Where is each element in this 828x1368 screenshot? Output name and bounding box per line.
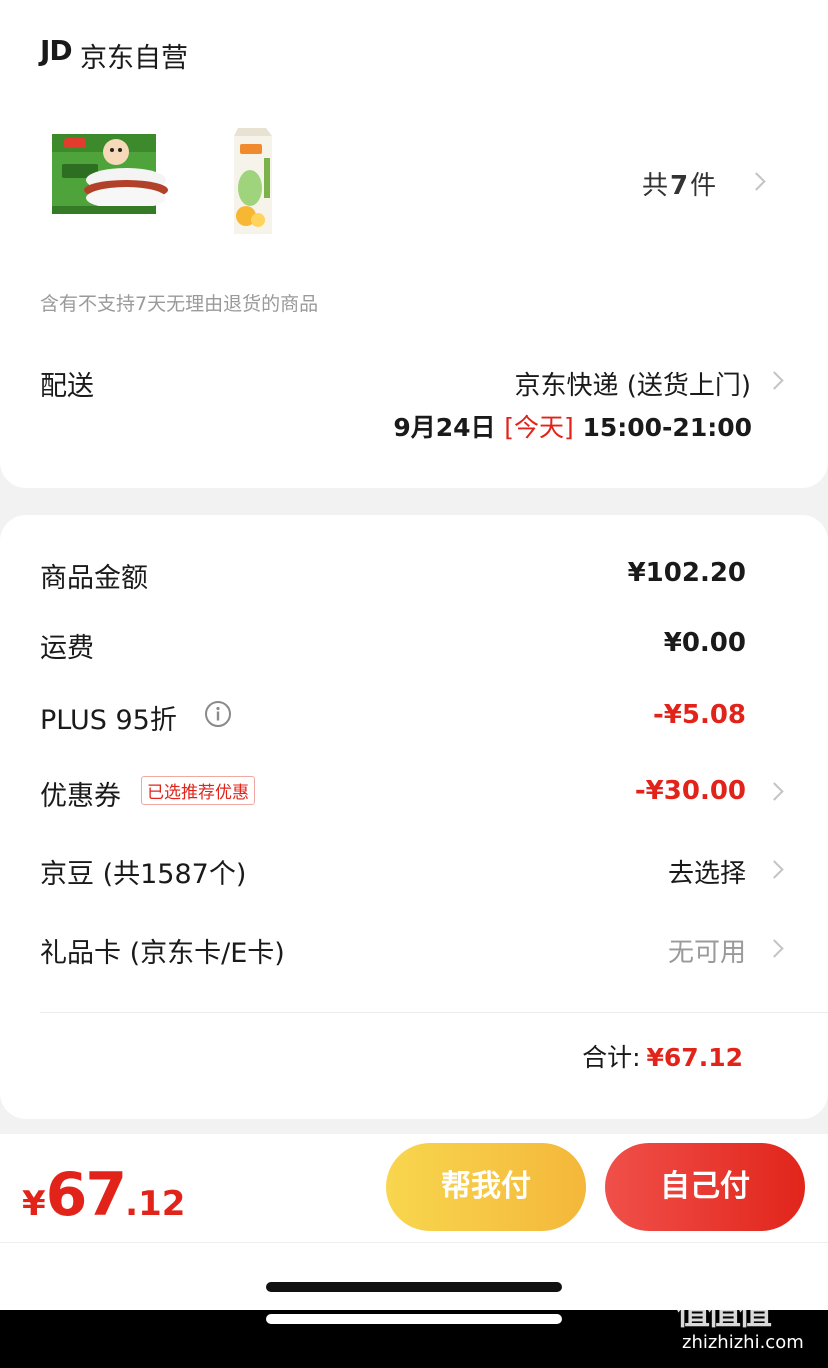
chevron-right-icon[interactable] [765, 782, 784, 801]
watermark-logo: 值值值 [676, 1293, 772, 1333]
shipping-value: ¥0.00 [663, 628, 746, 658]
coupon-badge: 已选推荐优惠 [141, 776, 255, 805]
product-count-suffix: 件 [690, 171, 717, 201]
info-icon[interactable] [204, 700, 232, 728]
coupon-value[interactable]: -¥30.00 [635, 776, 746, 806]
pay-myself-button[interactable]: 自己付 [605, 1143, 805, 1231]
shipping-label: 运费 [40, 633, 94, 664]
divider [40, 1012, 828, 1013]
goods-amount-label: 商品金额 [40, 563, 148, 594]
chevron-right-icon[interactable] [747, 172, 766, 191]
product-count-prefix: 共 [642, 171, 669, 201]
goods-amount-value: ¥102.20 [627, 558, 746, 588]
footer-amount-int: 67 [45, 1160, 127, 1230]
divider [0, 1242, 828, 1243]
product-image-rice-burger[interactable] [50, 130, 170, 218]
home-indicator[interactable] [266, 1282, 562, 1292]
delivery-date: 9月24日 [393, 413, 496, 442]
today-tag: [今天] [504, 413, 574, 442]
plus-discount-value: -¥5.08 [652, 700, 746, 730]
delivery-method[interactable]: 京东快递 (送货上门) [514, 365, 751, 402]
jingdou-label: 京豆 (共1587个) [40, 859, 247, 890]
watermark-strip: 值值值 zhizhizhi.com [0, 1293, 828, 1368]
total-value: ¥67.12 [646, 1043, 743, 1072]
gift-card-value[interactable]: 无可用 [668, 932, 746, 969]
plus-discount-label: PLUS 95折 [40, 705, 177, 736]
home-indicator-reflection [266, 1314, 562, 1324]
return-notice: 含有不支持7天无理由退货的商品 [40, 293, 319, 315]
checkout-bar: ¥67.12 帮我付 自己付 [0, 1134, 828, 1310]
watermark-text: zhizhizhi.com [682, 1332, 804, 1353]
product-image-juice[interactable] [228, 122, 278, 238]
shop-name: 京东自营 [80, 43, 188, 74]
gift-card-label: 礼品卡 (京东卡/E卡) [40, 938, 285, 969]
chevron-right-icon[interactable] [765, 860, 784, 879]
total-line: 合计: ¥67.12 [582, 1038, 743, 1074]
footer-currency: ¥ [22, 1184, 46, 1224]
product-count[interactable]: 共7件 [642, 165, 716, 202]
chevron-right-icon[interactable] [765, 371, 784, 390]
order-shop-card: JD 京东自营 共7件 含有不支持7天无理由退货的商品 配送 京东快递 (送货上… [0, 0, 828, 488]
chevron-right-icon[interactable] [765, 939, 784, 958]
help-me-pay-button[interactable]: 帮我付 [386, 1143, 586, 1231]
price-summary-card: 商品金额 ¥102.20 运费 ¥0.00 PLUS 95折 -¥5.08 优惠… [0, 515, 828, 1119]
delivery-time-window: 15:00-21:00 [582, 413, 752, 442]
total-label: 合计: [582, 1043, 641, 1072]
footer-total: ¥67.12 [22, 1160, 185, 1230]
jingdou-value[interactable]: 去选择 [668, 853, 746, 890]
jd-logo: JD [40, 34, 73, 67]
coupon-label: 优惠券 [40, 781, 121, 812]
footer-amount-dec: .12 [125, 1184, 186, 1224]
delivery-label: 配送 [40, 371, 94, 402]
product-count-number: 7 [670, 171, 689, 201]
delivery-time[interactable]: 9月24日 [今天] 15:00-21:00 [393, 408, 752, 444]
